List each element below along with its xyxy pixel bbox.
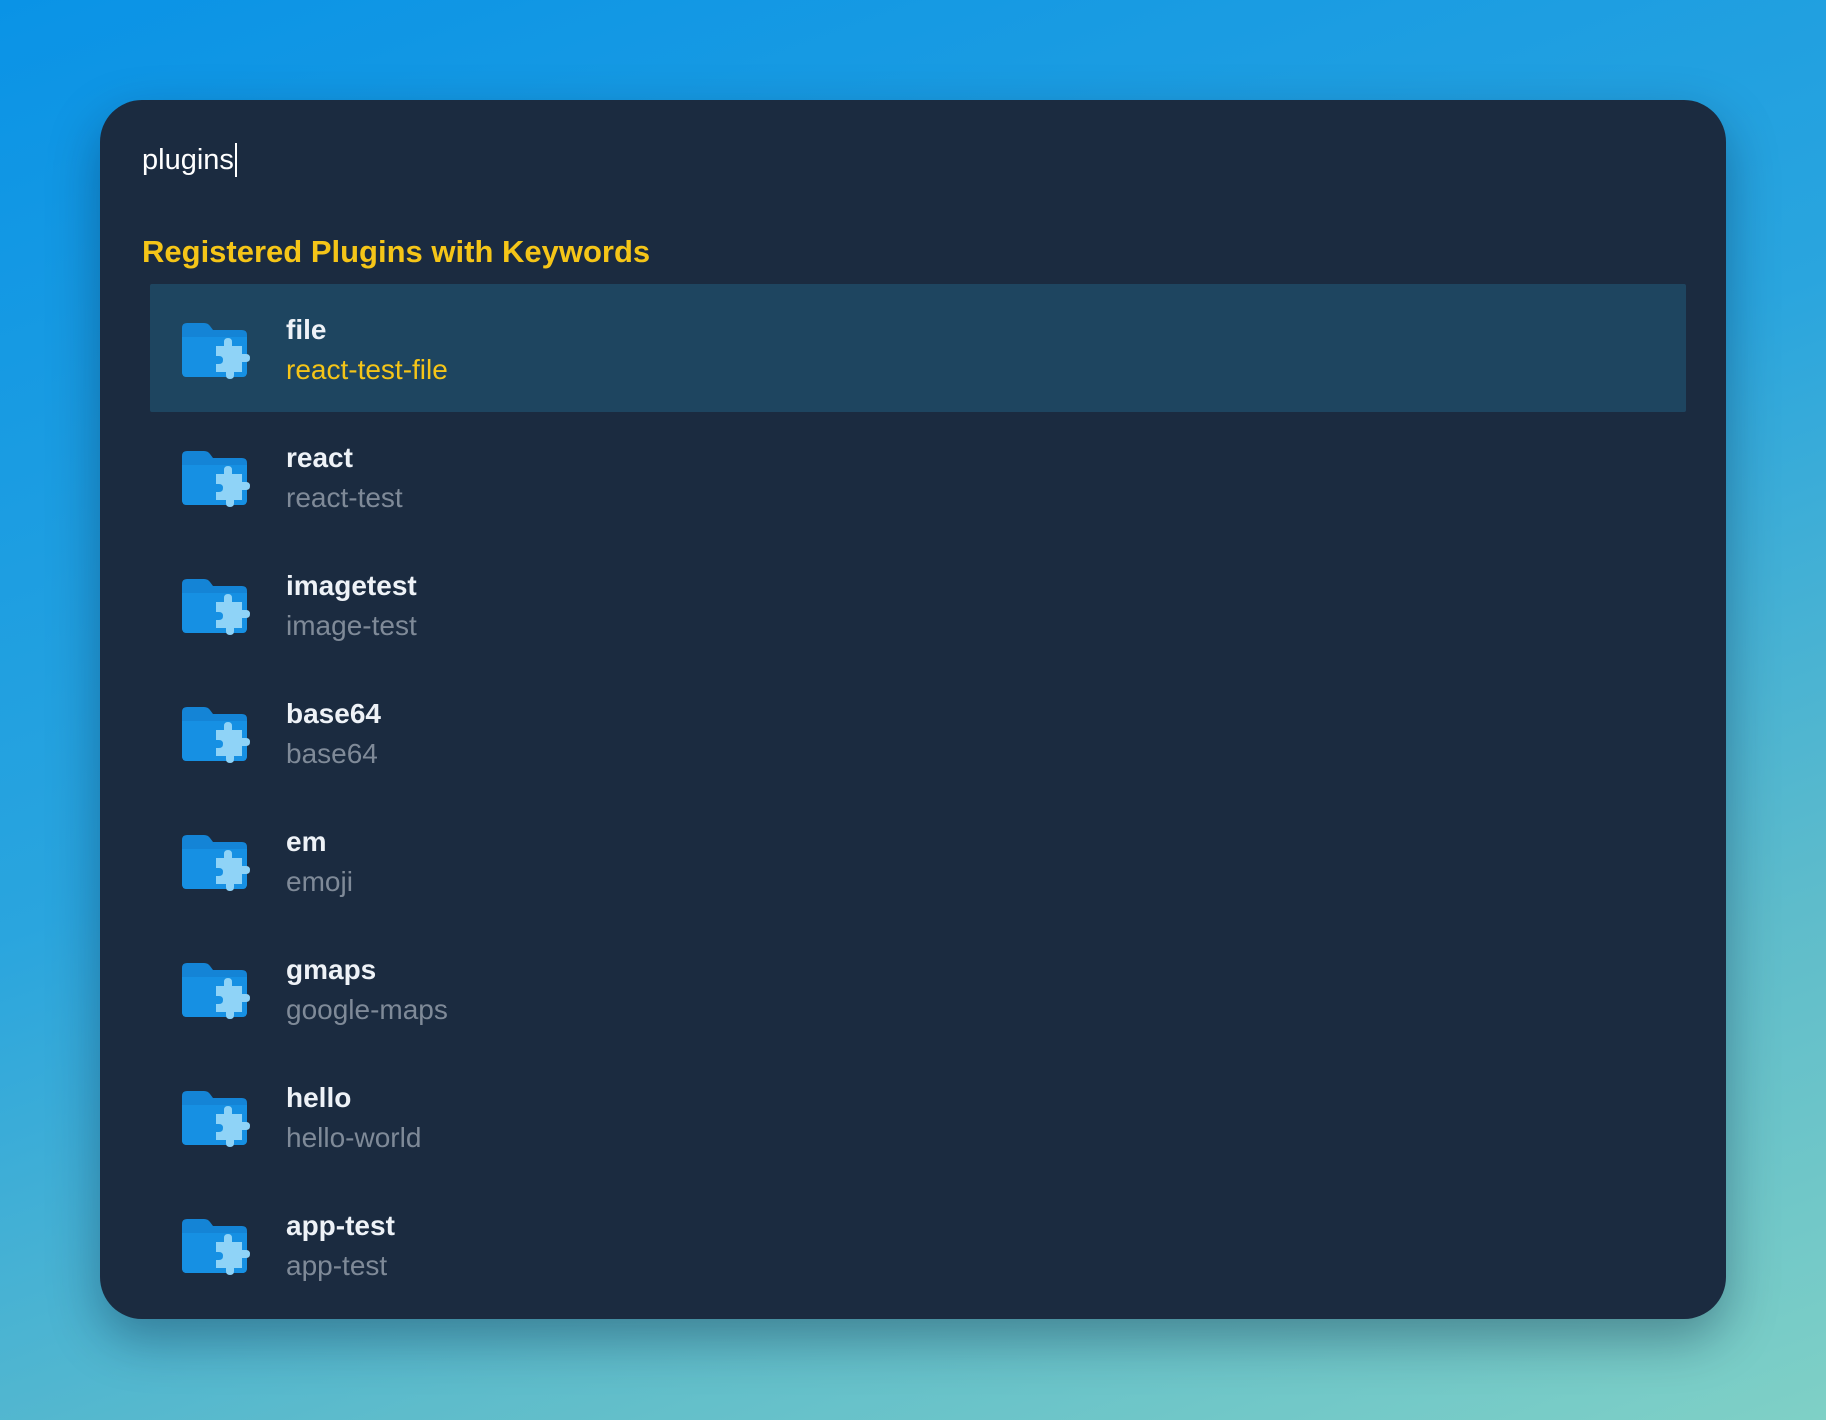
plugin-list-item-file[interactable]: file react-test-file: [150, 284, 1686, 412]
plugin-name: app-test: [286, 1210, 395, 1241]
plugin-list-item-hello[interactable]: hello hello-world: [150, 1052, 1686, 1180]
plugin-folder-icon: [182, 835, 250, 891]
plugin-list-item-base64[interactable]: base64 base64: [150, 668, 1686, 796]
plugin-folder-icon: [182, 451, 250, 507]
search-bar[interactable]: plugins: [142, 138, 237, 182]
plugin-name: gmaps: [286, 954, 377, 985]
plugin-list-item-em[interactable]: em emoji: [150, 796, 1686, 924]
plugin-name: em: [286, 826, 327, 857]
plugin-keyword: base64: [286, 738, 378, 769]
plugin-folder-icon: [182, 323, 250, 379]
plugin-keyword: app-test: [286, 1250, 388, 1281]
search-input[interactable]: plugins: [142, 138, 234, 182]
plugin-texts: gmaps google-maps: [286, 950, 448, 1030]
plugin-name: react: [286, 442, 353, 473]
launcher-window: plugins Registered Plugins with Keywords…: [100, 100, 1726, 1319]
plugin-name: imagetest: [286, 570, 417, 601]
plugin-list-item-imagetest[interactable]: imagetest image-test: [150, 540, 1686, 668]
plugin-texts: imagetest image-test: [286, 566, 417, 646]
plugin-name: base64: [286, 698, 381, 729]
plugin-name: file: [286, 314, 327, 345]
plugin-name: hello: [286, 1082, 352, 1113]
plugin-texts: hello hello-world: [286, 1078, 421, 1158]
plugin-keyword: google-maps: [286, 994, 448, 1025]
plugin-folder-icon: [182, 707, 250, 763]
plugin-texts: file react-test-file: [286, 310, 448, 390]
plugin-keyword: react-test-file: [286, 354, 448, 385]
plugin-keyword: emoji: [286, 866, 353, 897]
plugin-folder-icon: [182, 1219, 250, 1275]
plugin-folder-icon: [182, 963, 250, 1019]
plugin-folder-icon: [182, 1091, 250, 1147]
plugin-list-item-gmaps[interactable]: gmaps google-maps: [150, 924, 1686, 1052]
plugin-folder-icon: [182, 579, 250, 635]
plugin-list-item-app-test[interactable]: app-test app-test: [150, 1180, 1686, 1308]
plugin-texts: base64 base64: [286, 694, 381, 774]
plugin-texts: react react-test: [286, 438, 403, 518]
plugin-texts: app-test app-test: [286, 1206, 395, 1286]
plugin-texts: em emoji: [286, 822, 353, 902]
text-caret: [234, 143, 237, 177]
plugin-keyword: hello-world: [286, 1122, 422, 1153]
plugin-keyword: react-test: [286, 482, 403, 513]
plugin-list: file react-test-file react react-test im…: [150, 284, 1686, 1308]
plugin-keyword: image-test: [286, 610, 417, 641]
section-title: Registered Plugins with Keywords: [142, 234, 651, 269]
plugin-list-item-react[interactable]: react react-test: [150, 412, 1686, 540]
